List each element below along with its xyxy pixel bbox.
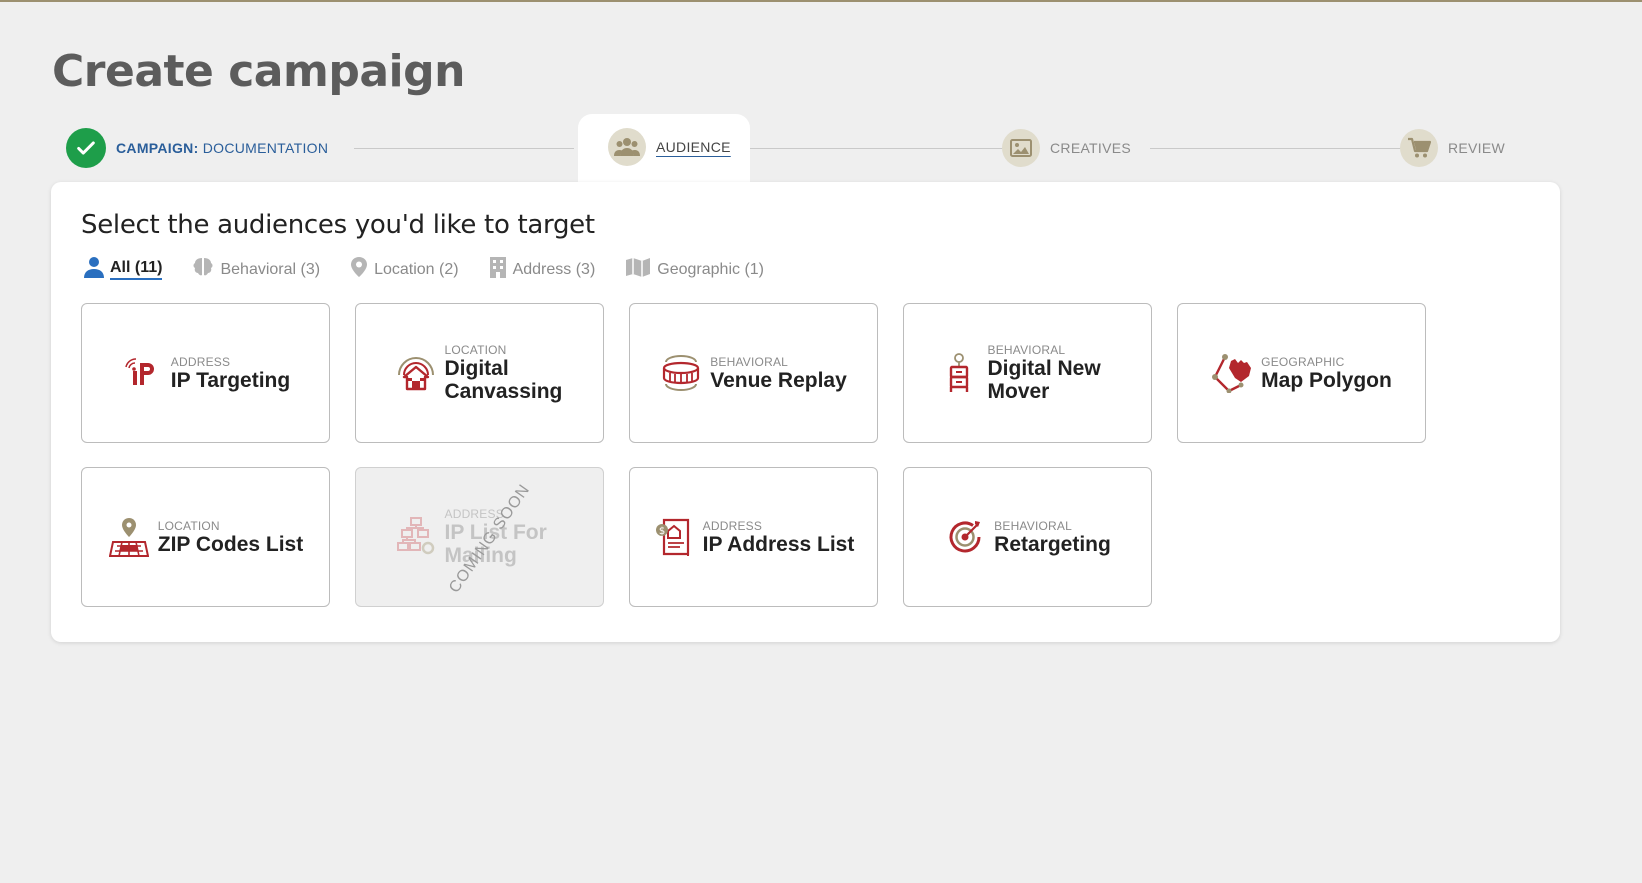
filter-tab-all[interactable]: All (11)	[84, 256, 163, 283]
card-category: LOCATION	[157, 518, 220, 533]
step-campaign-label: CAMPAIGN: DOCUMENTATION	[116, 140, 328, 156]
audience-card-digital-new-mover[interactable]: BEHAVIORAL Digital New Mover	[903, 303, 1152, 443]
zip-pin-icon	[108, 516, 150, 558]
page-title: Create campaign	[52, 46, 465, 97]
stadium-icon	[660, 352, 702, 394]
step-review-label: REVIEW	[1448, 140, 1506, 156]
moving-dolly-icon	[938, 352, 980, 394]
step-audience[interactable]: AUDIENCE	[608, 128, 731, 166]
card-title: Retargeting	[994, 532, 1111, 556]
top-accent-rule	[0, 0, 1642, 2]
filter-label: Geographic (1)	[657, 260, 764, 278]
card-category: ADDRESS	[702, 518, 763, 533]
card-category: BEHAVIORAL	[994, 518, 1072, 533]
card-title: ZIP Codes List	[157, 532, 304, 556]
card-title: Digital Canvassing	[444, 357, 563, 403]
filter-tab-geographic[interactable]: Geographic (1)	[625, 257, 764, 282]
polygon-hand-icon	[1211, 352, 1253, 394]
campaign-stepper: CAMPAIGN: DOCUMENTATION AUDIENCE CREATIV…	[52, 112, 1552, 188]
filter-label: All (11)	[110, 259, 163, 280]
card-title: Digital New Mover	[987, 357, 1101, 403]
map-pin-icon	[350, 256, 368, 283]
filter-tab-behavioral[interactable]: Behavioral (3)	[192, 256, 320, 283]
step-campaign-prefix: CAMPAIGN:	[116, 140, 199, 156]
audience-card-retargeting[interactable]: BEHAVIORAL Retargeting	[903, 467, 1152, 607]
step-creatives-label: CREATIVES	[1050, 140, 1132, 156]
filter-label: Location (2)	[374, 260, 459, 278]
card-title: Venue Replay	[710, 368, 847, 392]
brain-icon	[192, 256, 214, 283]
target-icon	[944, 516, 986, 558]
card-title: Map Polygon	[1261, 368, 1392, 392]
audience-card-zip-codes-list[interactable]: LOCATION ZIP Codes List	[81, 467, 330, 607]
filter-label: Behavioral (3)	[220, 260, 321, 278]
card-title: IP Targeting	[170, 368, 291, 392]
card-category: ADDRESS	[170, 354, 231, 369]
audience-filter-tabs: All (11) Behavioral (3) Location (2) Add…	[84, 256, 794, 283]
document-list-icon: $	[653, 516, 695, 558]
audience-card-digital-canvassing[interactable]: LOCATION Digital Canvassing	[355, 303, 604, 443]
card-category: LOCATION	[444, 343, 507, 357]
panel-heading: Select the audiences you'd like to targe…	[81, 210, 595, 240]
network-gear-icon	[395, 516, 437, 558]
audience-card-ip-targeting[interactable]: ADDRESS IP Targeting	[81, 303, 330, 443]
house-radar-icon	[395, 352, 437, 394]
filter-tab-address[interactable]: Address (3)	[489, 256, 596, 283]
step-connector	[354, 148, 574, 149]
step-audience-label: AUDIENCE	[656, 139, 731, 155]
step-review[interactable]: REVIEW	[1400, 129, 1505, 167]
step-connector	[750, 148, 1026, 149]
audience-panel: Select the audiences you'd like to targe…	[51, 182, 1560, 642]
card-category: BEHAVIORAL	[710, 354, 789, 369]
cart-icon	[1400, 129, 1438, 167]
ip-signal-icon	[121, 352, 163, 394]
card-category: BEHAVIORAL	[987, 343, 1066, 357]
audience-card-ip-address-list[interactable]: $ ADDRESS IP Address List	[629, 467, 878, 607]
svg-text:$: $	[658, 526, 664, 537]
person-icon	[84, 256, 104, 283]
audience-card-grid: ADDRESS IP Targeting LOCATION Digital Ca…	[81, 303, 1426, 607]
map-icon	[625, 257, 651, 282]
users-icon	[608, 128, 646, 166]
audience-card-map-polygon[interactable]: GEOGRAPHIC Map Polygon	[1177, 303, 1426, 443]
checkmark-icon	[66, 128, 106, 168]
building-icon	[489, 256, 507, 283]
card-title: IP Address List	[702, 532, 855, 556]
filter-label: Address (3)	[512, 260, 596, 278]
step-connector	[1150, 148, 1426, 149]
step-campaign-name: DOCUMENTATION	[202, 140, 329, 156]
step-campaign[interactable]: CAMPAIGN: DOCUMENTATION	[66, 128, 328, 168]
card-category: GEOGRAPHIC	[1261, 354, 1345, 369]
step-creatives[interactable]: CREATIVES	[1002, 129, 1131, 167]
filter-tab-location[interactable]: Location (2)	[350, 256, 459, 283]
image-icon	[1002, 129, 1040, 167]
audience-card-ip-list-for-mailing: ADDRESS IP List For Mailing COMING SOON	[355, 467, 604, 607]
audience-card-venue-replay[interactable]: BEHAVIORAL Venue Replay	[629, 303, 878, 443]
